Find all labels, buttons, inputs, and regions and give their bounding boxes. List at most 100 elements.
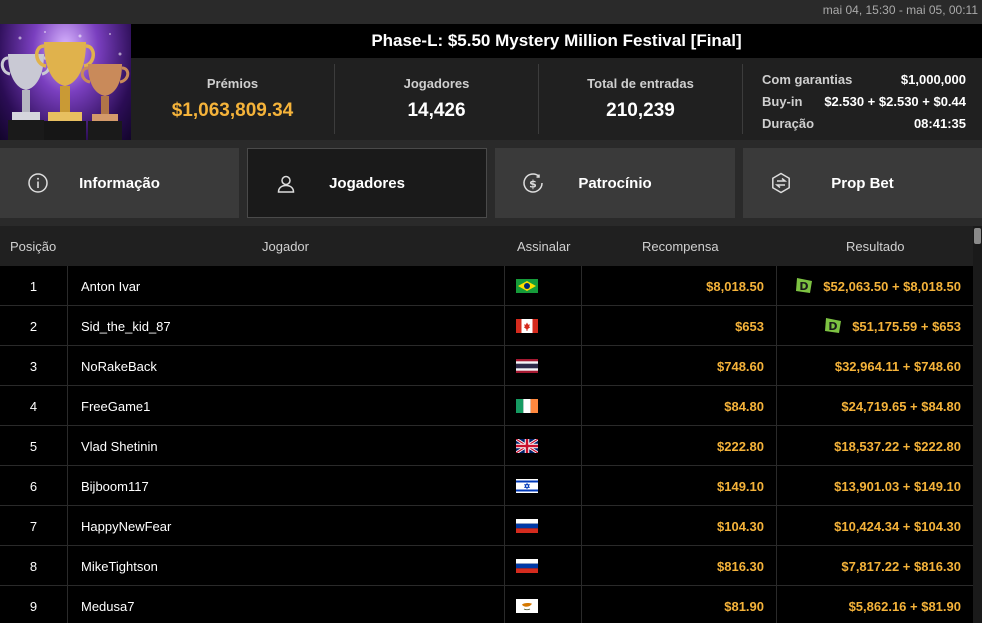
tournament-header: Phase-L: $5.50 Mystery Million Festival … bbox=[0, 24, 982, 140]
thailand-flag-icon bbox=[516, 359, 538, 373]
table-row[interactable]: 3 NoRakeBack $748.60 $32,964.11 + $748.60 bbox=[0, 346, 973, 386]
result-cell: $5,862.16 + $81.90 bbox=[777, 586, 973, 623]
result-cell: $7,817.22 + $816.30 bbox=[777, 546, 973, 586]
divider bbox=[742, 64, 743, 134]
scrollbar-thumb[interactable] bbox=[974, 228, 981, 244]
column-header-result[interactable]: Resultado bbox=[846, 239, 905, 254]
cyprus-flag-icon bbox=[516, 599, 538, 613]
entries-value: 210,239 bbox=[606, 100, 675, 121]
tab-patrocinio[interactable]: $ Patrocínio bbox=[495, 148, 735, 218]
reward-cell: $81.90 bbox=[582, 586, 777, 623]
flag-cell bbox=[505, 426, 582, 466]
result-cell: D $51,175.59 + $653 bbox=[777, 306, 973, 346]
player-name[interactable]: Medusa7 bbox=[68, 586, 505, 623]
tab-informacao[interactable]: Informação bbox=[0, 148, 239, 218]
player-name[interactable]: Anton Ivar bbox=[68, 266, 505, 306]
table-row[interactable]: 7 HappyNewFear $104.30 $10,424.34 + $104.30 bbox=[0, 506, 973, 546]
table-row[interactable]: 1 Anton Ivar $8,018.50 D $52,063.50 + $8,018… bbox=[0, 266, 973, 306]
flag-cell bbox=[505, 466, 582, 506]
prop-bet-icon bbox=[772, 172, 790, 194]
scrollbar[interactable] bbox=[973, 226, 982, 623]
player-name[interactable]: MikeTightson bbox=[68, 546, 505, 586]
buyin-row: Buy-in $2.530 + $2.530 + $0.44 bbox=[762, 90, 966, 112]
duration-row: Duração 08:41:35 bbox=[762, 112, 966, 134]
ireland-flag-icon bbox=[516, 399, 538, 413]
result-cell: $24,719.65 + $84.80 bbox=[777, 386, 973, 426]
reward-cell: $653 bbox=[582, 306, 777, 346]
buyin-label: Buy-in bbox=[762, 93, 803, 109]
players-stat: Jogadores 14,426 bbox=[335, 64, 538, 134]
duration-value: 08:41:35 bbox=[913, 115, 966, 131]
israel-flag-icon bbox=[516, 479, 538, 493]
player-name[interactable]: Sid_the_kid_87 bbox=[68, 306, 505, 346]
reward-cell: $149.10 bbox=[582, 466, 777, 506]
position-cell: 6 bbox=[0, 466, 68, 506]
reward-cell: $8,018.50 bbox=[582, 266, 777, 306]
position-cell: 7 bbox=[0, 506, 68, 546]
russia-flag-icon bbox=[516, 519, 538, 533]
svg-text:D: D bbox=[800, 280, 809, 293]
column-header-flag[interactable]: Assinalar bbox=[517, 239, 570, 254]
column-header-reward[interactable]: Recompensa bbox=[642, 239, 719, 254]
brazil-flag-icon bbox=[516, 279, 538, 293]
table-row[interactable]: 8 MikeTightson $816.30 $7,817.22 + $816.30 bbox=[0, 546, 973, 586]
user-icon bbox=[277, 175, 295, 193]
position-cell: 9 bbox=[0, 586, 68, 623]
entries-stat: Total de entradas 210,239 bbox=[539, 64, 742, 134]
top-bar: mai 04, 15:30 - mai 05, 00:11 bbox=[0, 0, 982, 24]
players-table: Posição Jogador Assinalar Recompensa Res… bbox=[0, 226, 973, 623]
prizes-label: Prémios bbox=[206, 76, 259, 91]
reward-cell: $104.30 bbox=[582, 506, 777, 546]
result-value: $24,719.65 + $84.80 bbox=[841, 398, 961, 414]
result-value: $52,063.50 + $8,018.50 bbox=[823, 278, 961, 294]
bounty-badge-icon: D bbox=[825, 318, 842, 333]
guarantee-label: Com garantias bbox=[762, 71, 853, 87]
result-value: $32,964.11 + $748.60 bbox=[834, 358, 961, 374]
result-cell: D $52,063.50 + $8,018.50 bbox=[777, 266, 973, 306]
reward-cell: $816.30 bbox=[582, 546, 777, 586]
flag-cell bbox=[505, 546, 582, 586]
position-cell: 8 bbox=[0, 546, 68, 586]
flag-cell bbox=[505, 346, 582, 386]
player-name[interactable]: NoRakeBack bbox=[68, 346, 505, 386]
duration-label: Duração bbox=[762, 115, 815, 131]
player-name[interactable]: Vlad Shetinin bbox=[68, 426, 505, 466]
table-row[interactable]: 4 FreeGame1 $84.80 $24,719.65 + $84.80 bbox=[0, 386, 973, 426]
position-cell: 5 bbox=[0, 426, 68, 466]
player-name[interactable]: HappyNewFear bbox=[68, 506, 505, 546]
entries-label: Total de entradas bbox=[587, 76, 694, 91]
result-cell: $10,424.34 + $104.30 bbox=[777, 506, 973, 546]
table-row[interactable]: 5 Vlad Shetinin $222.80 $18,537.22 + $222.8… bbox=[0, 426, 973, 466]
player-name[interactable]: Bijboom117 bbox=[68, 466, 505, 506]
date-range: mai 04, 15:30 - mai 05, 00:11 bbox=[822, 3, 978, 17]
svg-text:$: $ bbox=[529, 178, 537, 191]
united-kingdom-flag-icon bbox=[516, 439, 538, 453]
bounty-badge-icon: D bbox=[796, 278, 813, 293]
column-header-player[interactable]: Jogador bbox=[262, 239, 309, 254]
result-cell: $32,964.11 + $748.60 bbox=[777, 346, 973, 386]
svg-text:D: D bbox=[829, 320, 838, 333]
table-header: Posição Jogador Assinalar Recompensa Res… bbox=[0, 226, 973, 266]
dollar-circle-icon: $ bbox=[523, 173, 543, 193]
position-cell: 4 bbox=[0, 386, 68, 426]
tab-prop-bet[interactable]: Prop Bet bbox=[743, 148, 982, 218]
table-row[interactable]: 9 Medusa7 $81.90 $5,862.16 + $81.90 bbox=[0, 586, 973, 623]
reward-cell: $84.80 bbox=[582, 386, 777, 426]
tournament-details: Com garantias $1,000,000 Buy-in $2.530 +… bbox=[762, 68, 966, 134]
prizes-value: $1,063,809.34 bbox=[171, 100, 294, 121]
tab-bar: Informação Jogadores $ Patrocínio Prop B… bbox=[0, 148, 982, 218]
flag-cell bbox=[505, 386, 582, 426]
player-name[interactable]: FreeGame1 bbox=[68, 386, 505, 426]
table-row[interactable]: 2 Sid_the_kid_87 $653 D $51,175.59 + $653 bbox=[0, 306, 973, 346]
players-value: 14,426 bbox=[407, 100, 466, 121]
flag-cell bbox=[505, 306, 582, 346]
flag-cell bbox=[505, 506, 582, 546]
tab-jogadores[interactable]: Jogadores bbox=[247, 148, 487, 218]
column-header-position[interactable]: Posição bbox=[10, 239, 56, 254]
info-icon bbox=[28, 173, 48, 193]
reward-cell: $222.80 bbox=[582, 426, 777, 466]
position-cell: 2 bbox=[0, 306, 68, 346]
tournament-title: Phase-L: $5.50 Mystery Million Festival … bbox=[131, 24, 982, 58]
table-row[interactable]: 6 Bijboom117 $149.10 $13,901.03 + $149.10 bbox=[0, 466, 973, 506]
position-cell: 3 bbox=[0, 346, 68, 386]
